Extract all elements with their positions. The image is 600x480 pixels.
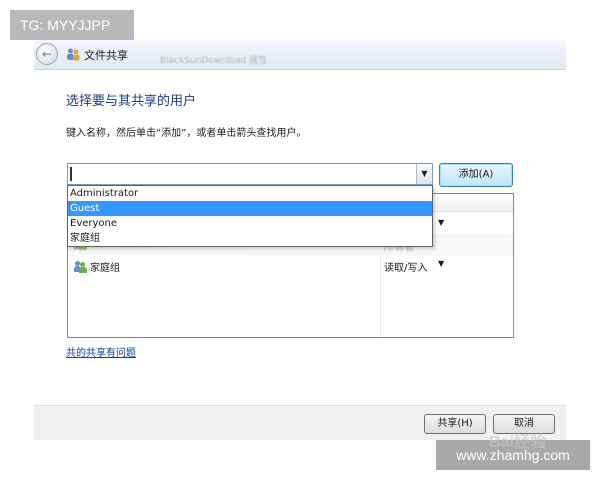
dialog-instruction: 键入名称，然后单击“添加”，或者单击箭头查找用户。	[66, 128, 307, 139]
dropdown-option-administrator[interactable]: Administrator	[68, 186, 432, 201]
permission-dropdown-arrow-icon[interactable]: ▼	[438, 259, 444, 268]
text-caret	[70, 167, 72, 181]
file-sharing-icon	[67, 48, 80, 61]
back-arrow-icon[interactable]: ←	[36, 43, 58, 65]
add-button[interactable]: 添加(A)	[439, 163, 513, 187]
dialog-heading: 选择要与其共享的用户	[66, 94, 197, 109]
baidu-watermark: Bai经验	[489, 434, 546, 451]
title-bar: ← 文件共享 BlackSunDownload 属性	[34, 40, 566, 70]
list-row-name: 家庭组	[90, 263, 120, 274]
homegroup-icon	[74, 260, 88, 273]
window-title: 文件共享	[84, 49, 128, 62]
file-sharing-window: ← 文件共享 BlackSunDownload 属性 选择要与其共享的用户 键入…	[34, 40, 566, 451]
permission-dropdown-arrow-icon[interactable]: ▼	[438, 218, 444, 227]
user-dropdown-list: Administrator Guest Everyone 家庭组	[67, 185, 433, 247]
share-button[interactable]: 共享(H)	[424, 414, 486, 434]
sharing-help-link[interactable]: 共的共享有问题	[66, 344, 136, 359]
dropdown-option-everyone[interactable]: Everyone	[68, 216, 432, 231]
title-blurred-text: BlackSunDownload 属性	[160, 56, 268, 66]
dropdown-option-homegroup[interactable]: 家庭组	[68, 231, 432, 246]
user-name-combobox[interactable]: ▼	[67, 163, 433, 185]
dropdown-option-guest[interactable]: Guest	[68, 201, 432, 216]
list-row[interactable]: 家庭组 读取/写入 ▼	[68, 255, 513, 277]
watermark-top-left: TG: MYYJJPP	[10, 10, 134, 40]
dropdown-arrow-icon[interactable]: ▼	[416, 164, 432, 184]
list-row-permission[interactable]: 读取/写入	[384, 259, 427, 274]
dialog-footer: 共享(H) 取消	[34, 405, 566, 440]
